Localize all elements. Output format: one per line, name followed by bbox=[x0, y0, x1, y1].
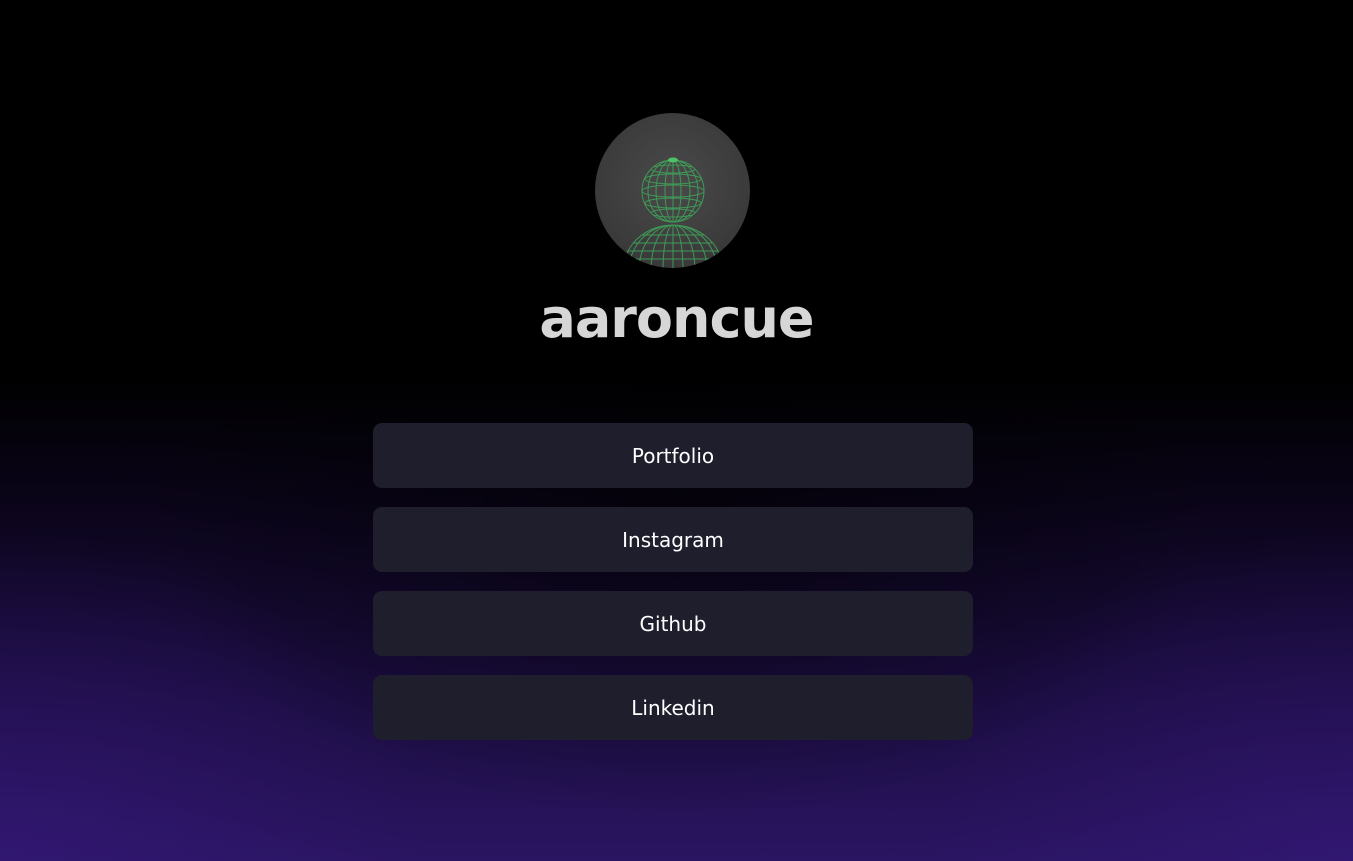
avatar bbox=[595, 113, 750, 268]
link-page: aaroncue Portfolio Instagram Github Link… bbox=[0, 0, 1353, 861]
github-link-button[interactable]: Github bbox=[373, 591, 973, 656]
wireframe-globe-figure-icon bbox=[622, 157, 724, 268]
profile-username: aaroncue bbox=[539, 287, 814, 350]
linkedin-link-button[interactable]: Linkedin bbox=[373, 675, 973, 740]
instagram-link-button[interactable]: Instagram bbox=[373, 507, 973, 572]
portfolio-link-button[interactable]: Portfolio bbox=[373, 423, 973, 488]
link-list: Portfolio Instagram Github Linkedin bbox=[373, 423, 973, 759]
